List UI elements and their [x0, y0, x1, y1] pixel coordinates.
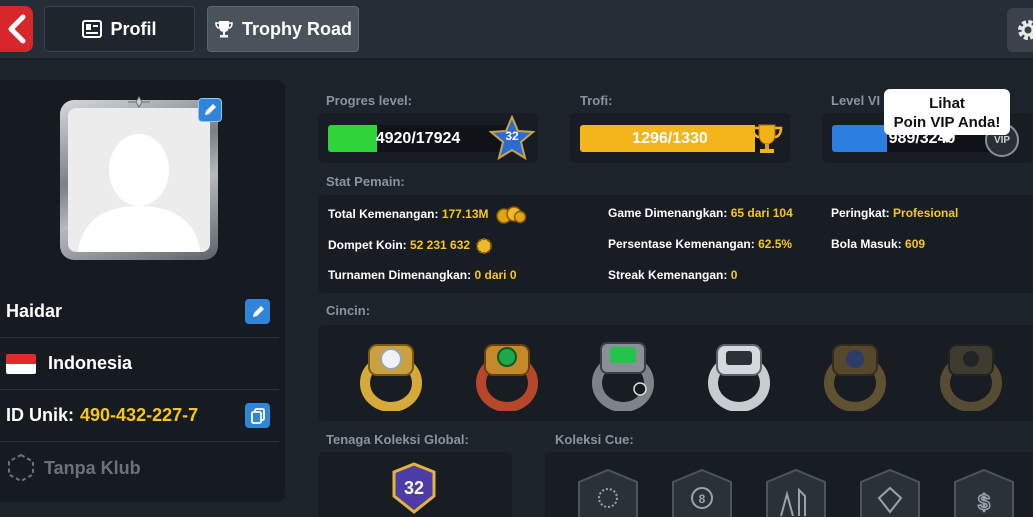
stat-total-wins-value: 177.13M	[441, 207, 489, 222]
profile-club: Tanpa Klub	[44, 457, 141, 478]
svg-text:8: 8	[699, 492, 706, 506]
stat-balls-potted-label: Bola Masuk:	[831, 237, 902, 251]
global-collection-power-label: Tenaga Koleksi Global:	[326, 432, 469, 447]
stat-balls-potted: Bola Masuk: 609	[831, 237, 925, 251]
stat-games-won: Game Dimenangkan: 65 dari 104	[608, 206, 793, 220]
vip-level-label: Level VI	[831, 93, 881, 108]
edit-name-button[interactable]	[245, 299, 270, 324]
collection-power-value: 32	[403, 478, 425, 498]
vip-points-tooltip[interactable]: Lihat Poin VIP Anda!	[884, 89, 1010, 143]
coin-icon	[476, 238, 493, 254]
profile-name-row: Haidar	[0, 286, 279, 338]
tab-trophy-road[interactable]: Trophy Road	[207, 6, 359, 52]
stat-games-won-label: Game Dimenangkan:	[608, 206, 728, 220]
chevron-left-icon	[8, 14, 25, 44]
tab-trophy-road-label: Trophy Road	[241, 18, 352, 39]
frame-ornament-icon	[128, 96, 150, 108]
cue-collection-sunburst-icon[interactable]	[573, 466, 643, 517]
stat-win-streak: Streak Kemenangan: 0	[608, 268, 737, 282]
avatar-edit-button[interactable]	[198, 98, 222, 122]
cue-collection-panel: 8 $	[545, 452, 1033, 517]
stat-games-won-value: 65 dari 104	[730, 206, 793, 220]
ring-green-gem-icon[interactable]	[588, 335, 658, 411]
stat-win-percentage-value: 62.5%	[758, 237, 793, 251]
profile-card-icon	[82, 20, 103, 38]
avatar[interactable]	[60, 100, 218, 260]
copy-icon	[250, 407, 265, 424]
ring-locked-dark-icon[interactable]	[936, 335, 1006, 411]
cue-collection-label: Koleksi Cue:	[555, 432, 634, 447]
stat-rank-label: Peringkat:	[831, 206, 890, 220]
stat-wallet-label: Dompet Koin:	[328, 238, 407, 253]
vip-badge-label: VIP	[993, 134, 1011, 146]
stat-total-wins-label: Total Kemenangan:	[328, 207, 439, 222]
club-hexagon-icon	[8, 453, 34, 483]
ring-locked-gold-icon[interactable]	[820, 335, 890, 411]
trophy-icon	[215, 21, 233, 38]
rings-label: Cincin:	[326, 303, 371, 318]
profile-club-row[interactable]: Tanpa Klub	[0, 442, 279, 494]
rings-panel	[318, 325, 1033, 421]
stat-win-streak-value: 0	[730, 268, 738, 282]
stat-tournaments-value: 0 dari 0	[474, 268, 517, 282]
svg-text:$: $	[978, 490, 990, 515]
trophy-icon	[751, 124, 783, 153]
stat-total-wins: Total Kemenangan: 177.13M	[328, 206, 527, 224]
trophy-progress-card[interactable]: 1296/1330	[570, 113, 790, 163]
global-collection-power-panel[interactable]: 32	[318, 452, 512, 517]
stat-balls-potted-value: 609	[905, 237, 926, 251]
cue-collection-city-icon[interactable]	[761, 466, 831, 517]
settings-button[interactable]	[1007, 8, 1033, 52]
cue-collection-8ball-icon[interactable]: 8	[667, 466, 737, 517]
profile-name: Haidar	[6, 301, 63, 321]
cue-collection-dollar-icon[interactable]: $	[949, 466, 1019, 517]
tab-profil-label: Profil	[110, 18, 157, 39]
level-progress-value: 4920/17924	[375, 129, 461, 147]
profile-country-row: Indonesia	[0, 338, 279, 390]
ring-silver-icon[interactable]	[704, 335, 774, 411]
trophy-label: Trofi:	[580, 93, 613, 108]
default-avatar-silhouette	[78, 134, 200, 252]
coins-icon	[496, 206, 527, 224]
player-stats-panel: Total Kemenangan: 177.13M Dompet Koin: 5…	[318, 195, 1033, 293]
tab-profil[interactable]: Profil	[44, 6, 195, 52]
profile-id-row: ID Unik: 490-432-227-7	[0, 390, 279, 442]
stat-tournaments: Turnamen Dimenangkan: 0 dari 0	[328, 268, 517, 282]
level-progress-card[interactable]: 4920/17924 32	[318, 113, 538, 163]
stat-rank-value: Profesional	[893, 206, 959, 220]
back-button[interactable]	[0, 6, 33, 52]
stat-rank: Peringkat: Profesional	[831, 206, 958, 220]
tooltip-line-1: Lihat	[929, 95, 965, 112]
stat-tournaments-label: Turnamen Dimenangkan:	[328, 268, 472, 282]
profile-country: Indonesia	[48, 353, 133, 373]
cue-collection-diamond-icon[interactable]	[855, 466, 925, 517]
trophy-progress-bar: 1296/1330	[580, 125, 760, 152]
player-stats-label: Stat Pemain:	[326, 174, 405, 189]
indonesia-flag-icon	[6, 353, 36, 374]
top-bar: Profil Trophy Road	[0, 0, 1033, 60]
level-progress-label: Progres level:	[326, 93, 412, 108]
stat-win-streak-label: Streak Kemenangan:	[608, 268, 728, 282]
level-badge-number: 32	[505, 129, 519, 143]
profile-id-value: 490-432-227-7	[80, 405, 199, 425]
profile-panel: Haidar Indonesia ID Unik: 490-432-227-7 …	[0, 80, 285, 502]
ring-emerald-icon[interactable]	[472, 335, 542, 411]
tooltip-line-2: Poin VIP Anda!	[893, 114, 1001, 131]
stat-win-percentage: Persentase Kemenangan: 62.5%	[608, 237, 792, 251]
pencil-icon	[252, 305, 264, 317]
avatar-image	[68, 108, 210, 252]
ring-diamond-icon[interactable]	[356, 335, 426, 411]
stat-win-percentage-label: Persentase Kemenangan:	[608, 237, 755, 251]
gear-icon	[1018, 20, 1033, 40]
pencil-icon	[205, 104, 216, 115]
stat-wallet: Dompet Koin: 52 231 632	[328, 237, 493, 255]
level-progress-bar: 4920/17924	[328, 125, 508, 152]
copy-id-button[interactable]	[245, 403, 270, 428]
level-badge: 32	[488, 115, 536, 161]
profile-id-label: ID Unik:	[6, 405, 75, 425]
stat-wallet-value: 52 231 632	[410, 238, 471, 253]
trophy-progress-value: 1296/1330	[632, 129, 708, 147]
